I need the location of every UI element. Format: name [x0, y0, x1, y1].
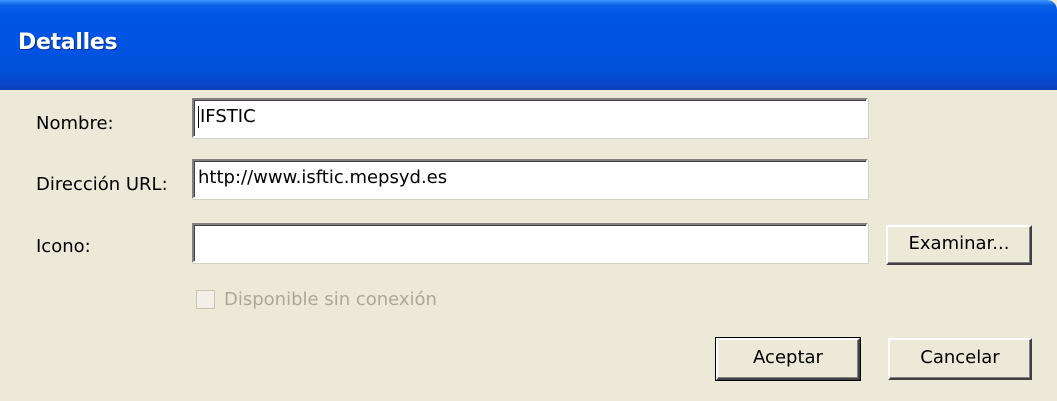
offline-checkbox [196, 289, 215, 309]
icon-path-field[interactable] [192, 223, 868, 263]
cancel-button-label: Cancelar [920, 347, 1000, 368]
details-dialog: Detalles Nombre: IFSTIC Dirección URL: h… [0, 0, 1057, 401]
accept-button[interactable]: Aceptar [715, 337, 861, 381]
window-title: Detalles [18, 30, 118, 55]
text-caret [198, 106, 199, 128]
name-field-value: IFSTIC [200, 106, 256, 127]
icon-label: Icono: [36, 236, 91, 257]
offline-checkbox-label: Disponible sin conexión [224, 288, 437, 310]
url-label: Dirección URL: [36, 174, 168, 195]
url-field[interactable]: http://www.isftic.mepsyd.es [192, 159, 868, 199]
browse-button[interactable]: Examinar... [886, 225, 1032, 265]
browse-button-label: Examinar... [908, 233, 1010, 254]
offline-option: Disponible sin conexión [196, 287, 437, 311]
cancel-button[interactable]: Cancelar [888, 338, 1032, 380]
accept-button-label: Aceptar [753, 347, 823, 368]
name-field[interactable]: IFSTIC [192, 98, 868, 138]
title-bar[interactable]: Detalles [0, 0, 1057, 90]
url-field-value: http://www.isftic.mepsyd.es [198, 167, 448, 188]
name-label: Nombre: [36, 113, 114, 134]
